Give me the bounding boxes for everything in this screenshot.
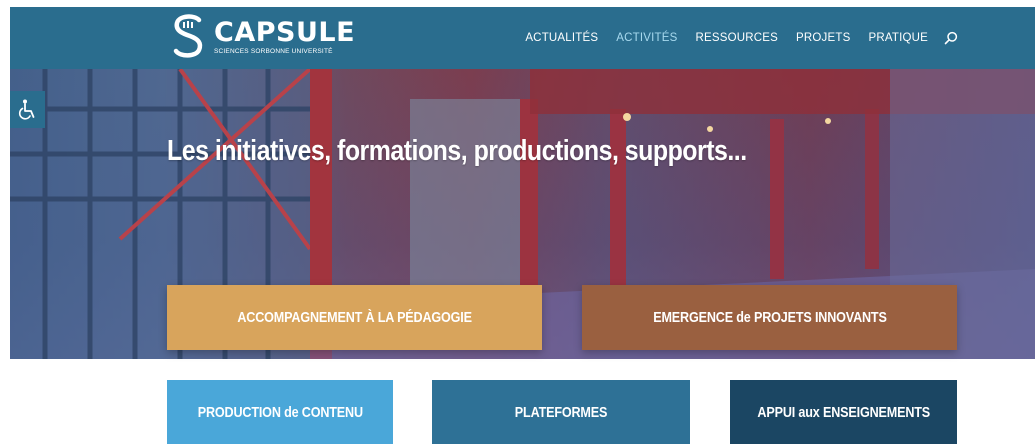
site-header: CAPSULE SCIENCES SORBONNE UNIVERSITÉ ACT… (10, 7, 1035, 69)
main-nav: ACTUALITÉS ACTIVITÉS RESSOURCES PROJETS … (525, 7, 958, 69)
wheelchair-icon (18, 99, 34, 120)
nav-item-projets[interactable]: PROJETS (796, 32, 850, 44)
projets-innovants-button[interactable]: EMERGENCE de PROJETS INNOVANTS (582, 285, 957, 350)
search-icon[interactable] (944, 31, 958, 45)
production-contenu-button-label: PRODUCTION de CONTENU (197, 403, 363, 421)
production-contenu-button[interactable]: PRODUCTION de CONTENU (167, 380, 393, 444)
hero-headline: Les initiatives, formations, productions… (167, 135, 747, 167)
projets-innovants-button-label: EMERGENCE de PROJETS INNOVANTS (652, 309, 887, 326)
logo-subtitle: SCIENCES SORBONNE UNIVERSITÉ (214, 48, 333, 55)
plateformes-button-label: PLATEFORMES (514, 403, 608, 421)
site-logo[interactable]: CAPSULE SCIENCES SORBONNE UNIVERSITÉ (168, 9, 355, 65)
pedagogie-button[interactable]: ACCOMPAGNEMENT À LA PÉDAGOGIE (167, 285, 542, 350)
nav-item-activites[interactable]: ACTIVITÉS (616, 32, 677, 44)
nav-item-pratique[interactable]: PRATIQUE (868, 32, 928, 44)
nav-item-ressources[interactable]: RESSOURCES (695, 32, 778, 44)
accessibility-button[interactable] (10, 91, 45, 128)
appui-enseignements-button-label: APPUI aux ENSEIGNEMENTS (757, 403, 930, 421)
plateformes-button[interactable]: PLATEFORMES (432, 380, 690, 444)
nav-item-actualites[interactable]: ACTUALITÉS (525, 32, 598, 44)
logo-mark-icon (173, 14, 203, 58)
logo-name: CAPSULE (214, 17, 356, 48)
pedagogie-button-label: ACCOMPAGNEMENT À LA PÉDAGOGIE (237, 309, 472, 326)
appui-enseignements-button[interactable]: APPUI aux ENSEIGNEMENTS (730, 380, 957, 444)
